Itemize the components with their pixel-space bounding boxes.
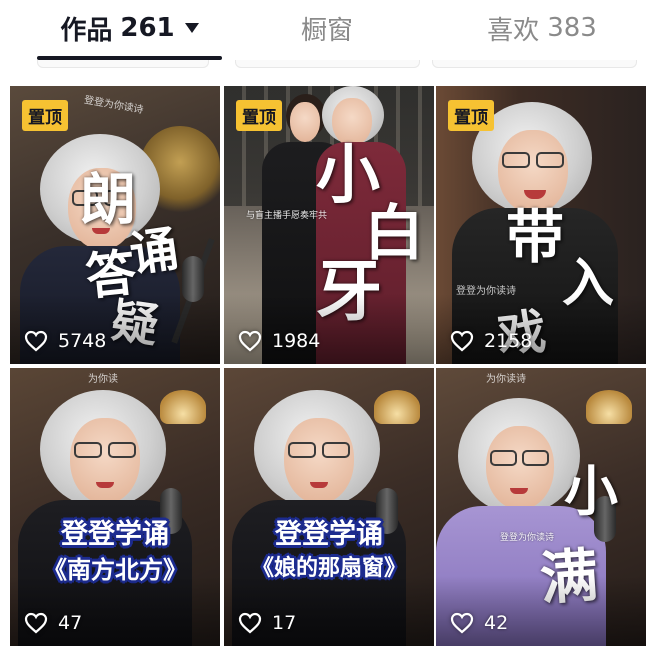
like-count: 5748 bbox=[24, 330, 106, 352]
bottom-gradient bbox=[10, 294, 220, 364]
sub-filter-strip bbox=[235, 60, 420, 68]
overlay-char: 小 bbox=[564, 459, 618, 523]
heart-outline-icon bbox=[238, 330, 262, 352]
tab-works[interactable]: 作品 261 bbox=[37, 8, 222, 48]
backdrop-decoration bbox=[374, 390, 420, 424]
heart-outline-icon bbox=[238, 612, 262, 634]
like-count-value: 5748 bbox=[58, 330, 107, 352]
tab-works-label: 作品 bbox=[60, 15, 113, 46]
bottom-gradient bbox=[10, 576, 220, 646]
video-thumbnail[interactable]: 置顶 登登为你读诗 带 入 戏 2158 bbox=[436, 86, 646, 364]
video-thumbnail[interactable]: 为你读诗 登登为你读诗 小 满 42 bbox=[436, 368, 646, 646]
video-grid: 置顶 登登为你读诗 朗 诵 答 疑 5748 置顶 与盲主播手愿奏牢共 小 白 … bbox=[0, 86, 650, 646]
video-title: 登登学诵 bbox=[275, 519, 383, 550]
video-thumbnail[interactable]: 为你读 登登学诵 《南方北方》 47 bbox=[10, 368, 220, 646]
sub-filter-strip bbox=[432, 60, 637, 68]
overlay-char: 带 bbox=[506, 203, 565, 271]
tab-works-count: 261 bbox=[120, 13, 175, 43]
video-title: 登登学诵 bbox=[61, 519, 169, 550]
tab-likes-count: 383 bbox=[547, 13, 597, 43]
bottom-gradient bbox=[224, 576, 434, 646]
caret-down-icon[interactable] bbox=[184, 23, 199, 33]
bottom-gradient bbox=[436, 294, 646, 364]
pinned-badge: 置顶 bbox=[448, 100, 494, 131]
watermark-text: 为你读 bbox=[88, 374, 118, 385]
video-caption: 登登为你读诗 bbox=[500, 533, 555, 543]
heart-outline-icon bbox=[450, 612, 474, 634]
bottom-gradient bbox=[224, 294, 434, 364]
like-count: 2158 bbox=[450, 330, 532, 352]
heart-outline-icon bbox=[24, 612, 48, 634]
watermark-text: 为你读诗 bbox=[486, 374, 526, 385]
sub-filter-strip bbox=[37, 60, 209, 68]
tab-likes-label: 喜欢 bbox=[487, 15, 540, 46]
like-count: 42 bbox=[450, 612, 508, 634]
overlay-char: 朗 bbox=[80, 167, 136, 233]
like-count-value: 1984 bbox=[272, 330, 321, 352]
like-count: 47 bbox=[24, 612, 82, 634]
pinned-badge: 置顶 bbox=[236, 100, 282, 131]
video-caption: 与盲主播手愿奏牢共 bbox=[246, 211, 328, 221]
pinned-badge: 置顶 bbox=[22, 100, 68, 131]
like-count: 17 bbox=[238, 612, 296, 634]
bottom-gradient bbox=[436, 576, 646, 646]
like-count-value: 17 bbox=[272, 612, 297, 634]
like-count-value: 2158 bbox=[484, 330, 533, 352]
tab-likes[interactable]: 喜欢 383 bbox=[462, 8, 622, 48]
backdrop-decoration bbox=[160, 390, 206, 424]
heart-outline-icon bbox=[24, 330, 48, 352]
tab-showcase-label: 橱窗 bbox=[300, 15, 353, 46]
video-thumbnail[interactable]: 置顶 与盲主播手愿奏牢共 小 白 牙 1984 bbox=[224, 86, 434, 364]
video-thumbnail[interactable]: 登登学诵 《娘的那扇窗》 17 bbox=[224, 368, 434, 646]
profile-tab-bar: 作品 261 橱窗 喜欢 383 bbox=[0, 0, 650, 60]
video-thumbnail[interactable]: 置顶 登登为你读诗 朗 诵 答 疑 5748 bbox=[10, 86, 220, 364]
heart-outline-icon bbox=[450, 330, 474, 352]
like-count-value: 42 bbox=[484, 612, 509, 634]
like-count: 1984 bbox=[238, 330, 320, 352]
tab-showcase[interactable]: 橱窗 bbox=[262, 8, 392, 48]
like-count-value: 47 bbox=[58, 612, 83, 634]
backdrop-decoration bbox=[586, 390, 632, 424]
